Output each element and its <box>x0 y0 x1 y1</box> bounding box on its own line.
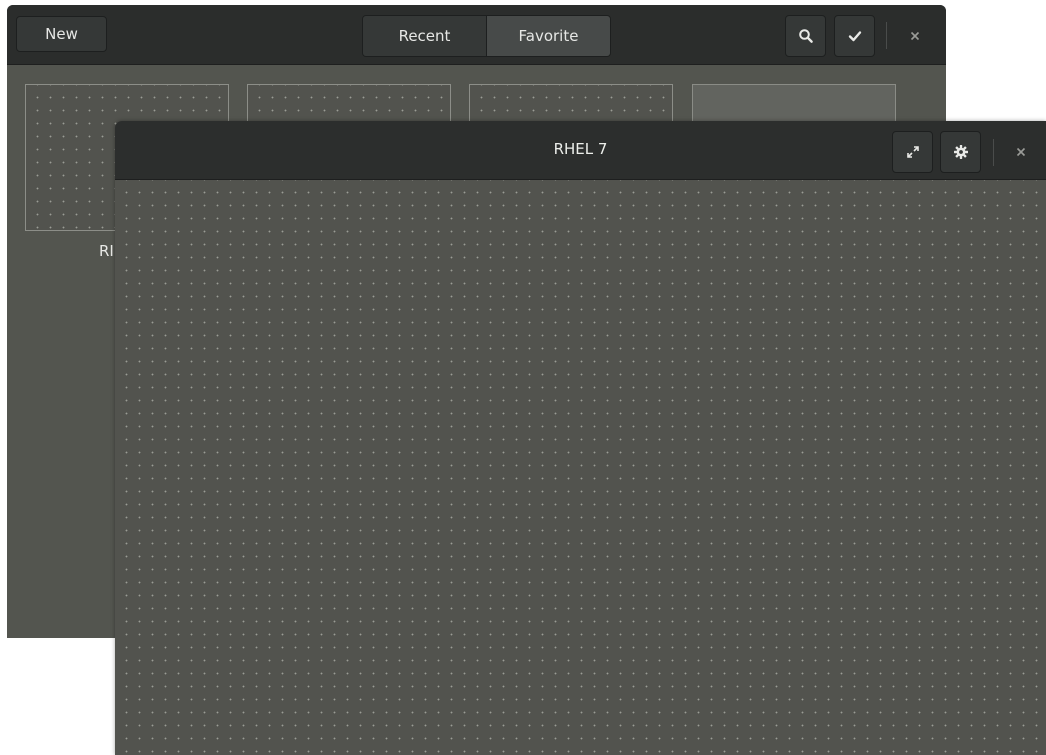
fullscreen-button[interactable] <box>892 131 933 173</box>
vm-display[interactable] <box>115 180 1046 755</box>
close-button[interactable] <box>905 26 925 46</box>
new-button[interactable]: New <box>16 16 107 52</box>
vm-window: RHEL 7 <box>115 121 1046 755</box>
tab-recent[interactable]: Recent <box>363 16 486 56</box>
header-bar: New Recent Favorite <box>7 5 946 65</box>
view-switcher: Recent Favorite <box>362 15 611 57</box>
tab-favorite[interactable]: Favorite <box>486 16 610 56</box>
box-thumbnail-label: RI <box>99 242 114 260</box>
gear-icon <box>953 145 968 159</box>
close-icon <box>910 31 920 41</box>
search-button[interactable] <box>785 15 826 57</box>
settings-button[interactable] <box>940 131 981 173</box>
checkmark-icon <box>848 31 861 42</box>
vm-header-bar: RHEL 7 <box>115 121 1046 180</box>
header-separator <box>886 22 887 49</box>
header-separator <box>993 139 994 166</box>
fullscreen-icon <box>906 146 919 158</box>
search-icon <box>798 29 813 43</box>
select-button[interactable] <box>834 15 875 57</box>
close-icon <box>1016 147 1026 157</box>
close-button[interactable] <box>1011 142 1031 162</box>
